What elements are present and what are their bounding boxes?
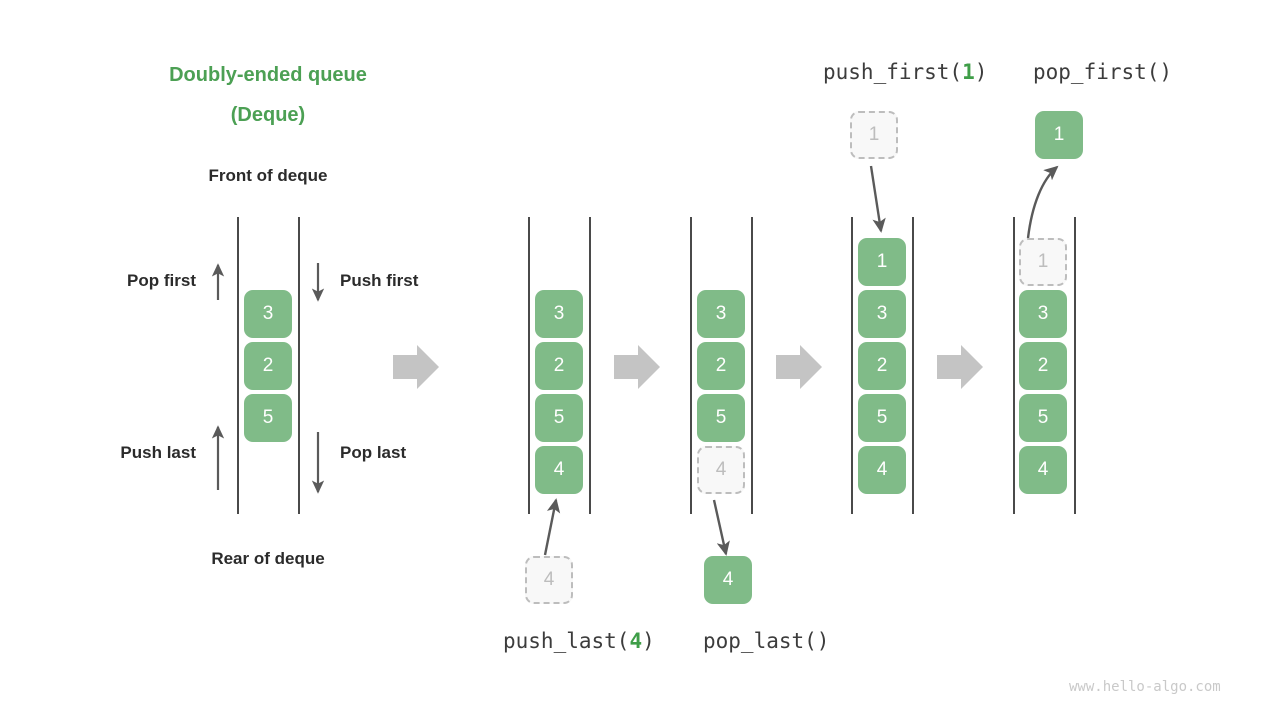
push-last-flow-arrow <box>543 498 561 556</box>
transition-arrow-1 <box>393 345 439 389</box>
deque-cell: 1 <box>1019 238 1067 286</box>
pop-last-label: Pop last <box>340 443 407 462</box>
transition-arrow-3 <box>776 345 822 389</box>
push-last-operation-label: push_last(4) <box>503 629 655 653</box>
push-last-op-close: ) <box>642 629 655 653</box>
deque-cell: 3 <box>535 290 583 338</box>
deque-external-cell: 4 <box>704 556 752 604</box>
deque-external-cell: 1 <box>1035 111 1083 159</box>
push-first-label: Push first <box>340 271 419 290</box>
pop-last-operation-label: pop_last() <box>703 629 830 653</box>
deque-diagram: Doubly-ended queue (Deque) Front of dequ… <box>0 0 1280 720</box>
pop-first-flow-arrow <box>1026 165 1059 239</box>
deque-cell: 5 <box>858 394 906 442</box>
deque-cell: 2 <box>244 342 292 390</box>
deque-cell: 4 <box>535 446 583 494</box>
deque-cell: 5 <box>244 394 292 442</box>
rail-right <box>912 217 914 514</box>
watermark: www.hello-algo.com <box>1069 679 1221 695</box>
deque-cell: 5 <box>697 394 745 442</box>
deque-cell: 3 <box>697 290 745 338</box>
deque-cell: 1 <box>858 238 906 286</box>
page-title-line1: Doubly-ended queue <box>169 64 367 86</box>
pop-first-operation-label: pop_first() <box>1033 60 1173 84</box>
push-first-op-close: ) <box>974 60 988 84</box>
pop-last-flow-arrow <box>712 499 730 556</box>
transition-arrow-2 <box>614 345 660 389</box>
deque-external-cell: 1 <box>850 111 898 159</box>
deque-cell: 2 <box>1019 342 1067 390</box>
push-first-op-arg: 1 <box>962 60 975 84</box>
push-first-op-name: push_first( <box>823 60 963 84</box>
rail-left <box>851 217 853 514</box>
rear-of-deque-label: Rear of deque <box>211 549 325 568</box>
deque-cell: 5 <box>535 394 583 442</box>
push-last-label: Push last <box>120 443 196 462</box>
rail-right <box>298 217 300 514</box>
rail-left <box>528 217 530 514</box>
deque-cell: 5 <box>1019 394 1067 442</box>
transition-arrow-4 <box>937 345 983 389</box>
push-first-operation-label: push_first(1) <box>823 60 987 84</box>
page-title-line2: (Deque) <box>230 104 306 126</box>
deque-cell: 3 <box>244 290 292 338</box>
deque-cell: 4 <box>1019 446 1067 494</box>
front-of-deque-label: Front of deque <box>208 166 328 185</box>
deque-cell: 3 <box>858 290 906 338</box>
deque-external-cell: 4 <box>525 556 573 604</box>
deque-cell: 3 <box>1019 290 1067 338</box>
rail-right <box>751 217 753 514</box>
rail-left <box>1013 217 1015 514</box>
pop-first-label: Pop first <box>127 271 196 290</box>
deque-cell: 2 <box>858 342 906 390</box>
push-last-op-name: push_last( <box>503 629 630 653</box>
push-last-op-arg: 4 <box>629 629 643 653</box>
deque-cell: 4 <box>858 446 906 494</box>
rail-right <box>1074 217 1076 514</box>
deque-cell: 2 <box>697 342 745 390</box>
deque-cell: 2 <box>535 342 583 390</box>
deque-cell: 4 <box>697 446 745 494</box>
rail-left <box>237 217 239 514</box>
rail-right <box>589 217 591 514</box>
rail-left <box>690 217 692 514</box>
push-first-flow-arrow <box>869 165 886 233</box>
